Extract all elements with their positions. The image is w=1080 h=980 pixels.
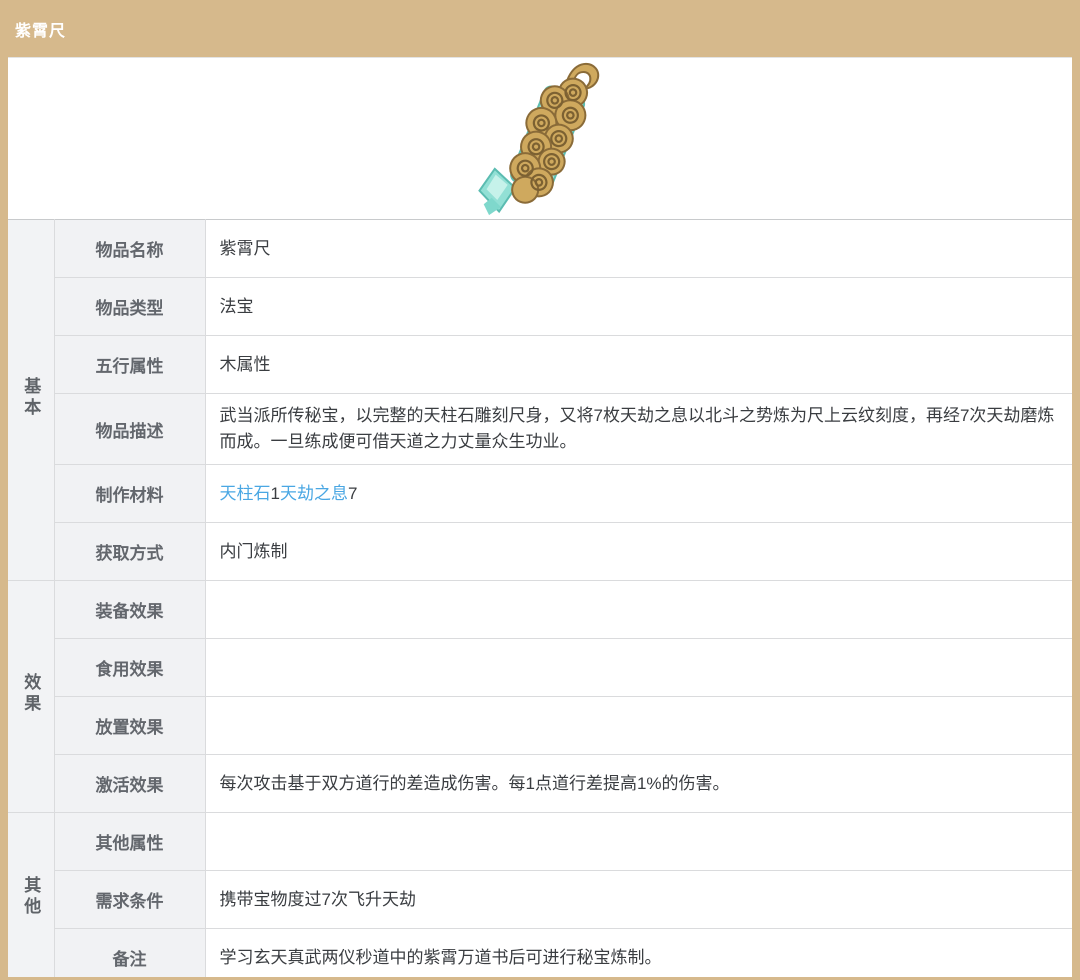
row-label: 激活效果 — [54, 754, 206, 813]
row-label: 其他属性 — [54, 812, 206, 871]
frame-left — [0, 57, 8, 980]
row-value: 武当派所传秘宝，以完整的天柱石雕刻尺身，又将7枚天劫之息以北斗之势炼为尺上云纹刻… — [205, 393, 1072, 465]
row-label: 制作材料 — [54, 464, 206, 523]
row-value — [205, 580, 1072, 639]
row-value: 木属性 — [205, 335, 1072, 394]
row-label: 物品类型 — [54, 277, 206, 336]
table-row: 效果 装备效果 — [8, 580, 1072, 813]
group-label: 其他 — [21, 876, 41, 918]
frame-right — [1072, 57, 1080, 980]
item-attributes-table: 基本 物品名称 紫霄尺 物品类型 法宝 五行属性 木属性 物品描述 武当派所传秘宝，以完整的天柱… — [8, 219, 1072, 980]
row-label: 需求条件 — [54, 870, 206, 929]
row-label: 获取方式 — [54, 522, 206, 581]
material-count: 7 — [347, 483, 358, 503]
row-label: 食用效果 — [54, 638, 206, 697]
row-value: 法宝 — [205, 277, 1072, 336]
row-label: 物品名称 — [54, 219, 206, 278]
row-label: 五行属性 — [54, 335, 206, 394]
material-count: 1 — [270, 483, 280, 503]
table-row: 制作材料 天柱石1天劫之息7 — [8, 464, 1072, 523]
table-row: 激活效果 每次攻击基于双方道行的差造成伤害。每1点道行差提高1%的伤害。 — [8, 754, 1072, 813]
row-value: 天柱石1天劫之息7 — [205, 464, 1072, 523]
item-image-section — [8, 57, 1072, 219]
group-cell: 其他 — [8, 812, 55, 980]
row-value — [205, 812, 1072, 871]
group-label: 基本 — [21, 376, 41, 419]
title-bar: 紫霄尺 — [0, 0, 1080, 57]
row-value: 内门炼制 — [205, 522, 1072, 581]
table-row: 其他 其他属性 — [8, 812, 1072, 980]
row-value — [205, 638, 1072, 697]
table-row: 需求条件 携带宝物度过7次飞升天劫 — [8, 870, 1072, 929]
info-table-body: 基本 物品名称 紫霄尺 物品类型 法宝 五行属性 木属性 物品描述 武当派所传秘宝，以完整的天柱… — [8, 219, 1072, 980]
group-cell: 基本 — [8, 219, 55, 581]
row-value: 携带宝物度过7次飞升天劫 — [205, 870, 1072, 929]
table-row: 食用效果 — [8, 638, 1072, 697]
table-row: 基本 物品名称 紫霄尺 — [8, 219, 1072, 581]
table-row: 获取方式 内门炼制 — [8, 522, 1072, 581]
material-link[interactable]: 天劫之息 — [280, 484, 348, 503]
row-value — [205, 696, 1072, 755]
row-label: 物品描述 — [54, 393, 206, 465]
row-value: 每次攻击基于双方道行的差造成伤害。每1点道行差提高1%的伤害。 — [205, 754, 1072, 813]
table-row: 放置效果 — [8, 696, 1072, 755]
group-cell: 效果 — [8, 580, 55, 813]
row-label: 放置效果 — [54, 696, 206, 755]
table-row: 备注 学习玄天真武两仪秒道中的紫霄万道书后可进行秘宝炼制。 — [8, 928, 1072, 980]
cloud-ruler-icon — [478, 62, 600, 215]
table-row: 物品类型 法宝 — [8, 277, 1072, 336]
table-row: 物品描述 武当派所传秘宝，以完整的天柱石雕刻尺身，又将7枚天劫之息以北斗之势炼为尺… — [8, 393, 1072, 465]
row-value: 学习玄天真武两仪秒道中的紫霄万道书后可进行秘宝炼制。 — [205, 928, 1072, 980]
row-label: 装备效果 — [54, 580, 206, 639]
material-link[interactable]: 天柱石 — [220, 484, 271, 503]
row-value: 紫霄尺 — [205, 219, 1072, 278]
table-row: 五行属性 木属性 — [8, 335, 1072, 394]
row-label: 备注 — [54, 928, 206, 980]
item-detail-page: 紫霄尺 基本 物品名称 紫霄尺 物品类型 法宝 五行属性 木属性 物品描述 武当… — [0, 0, 1080, 980]
group-label: 效果 — [21, 673, 41, 715]
page-title: 紫霄尺 — [15, 22, 67, 40]
